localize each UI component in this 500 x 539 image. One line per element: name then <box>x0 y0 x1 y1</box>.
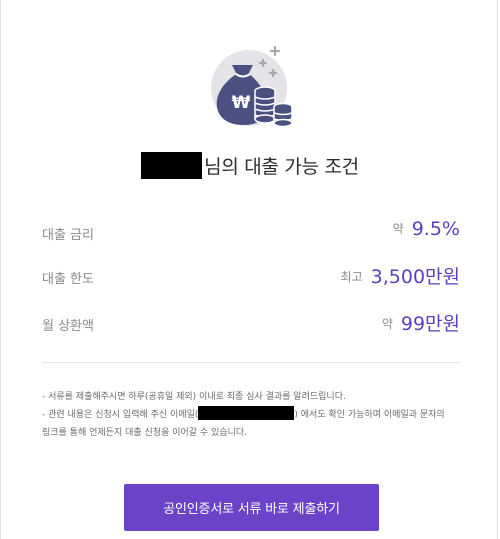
term-prefix: 약 <box>392 222 404 236</box>
note-line-1: - 서류를 제출해주시면 하루(공휴일 제외) 이내로 최종 심사 결과를 알려… <box>42 392 346 402</box>
page-title: 님의 대출 가능 조건 <box>0 152 500 179</box>
term-label: 대출 한도 <box>42 272 94 287</box>
term-value: 9.5% <box>411 218 460 240</box>
term-row-loan-limit: 대출 한도 최고 3,500만원 <box>42 262 460 292</box>
title-suffix: 님의 대출 가능 조건 <box>204 156 359 178</box>
term-row-interest-rate: 대출 금리 약 9.5% <box>42 218 460 248</box>
note-line-2-start: - 관련 내용은 신청시 입력해 주신 이메일( <box>42 410 199 420</box>
term-value-group: 약 9.5% <box>393 218 460 240</box>
term-label: 대출 금리 <box>42 228 94 243</box>
svg-text:₩: ₩ <box>232 93 251 113</box>
note-line-2: - 관련 내용은 신청시 입력해 주신 이메일( ) 에서도 확인 가능하며 이메… <box>42 406 462 424</box>
note-line-2-end: ) 에서도 확인 가능하며 이메일과 문자의 <box>294 410 445 420</box>
term-value-group: 약 99만원 <box>382 309 460 336</box>
term-label: 월 상환액 <box>42 319 94 334</box>
hero-illustration: ₩ <box>205 44 295 134</box>
note-line-3: 링크를 통해 언제든지 대출 신청을 이어갈 수 있습니다. <box>42 428 248 438</box>
term-value-group: 최고 3,500만원 <box>341 262 460 289</box>
redacted-email <box>198 406 295 420</box>
submit-documents-button[interactable]: 공인인증서로 서류 바로 제출하기 <box>124 484 379 531</box>
money-bag-coins-icon: ₩ <box>211 45 293 128</box>
term-prefix: 약 <box>381 317 393 331</box>
term-row-monthly-payment: 월 상환액 약 99만원 <box>42 309 460 339</box>
redacted-user-name <box>141 152 203 179</box>
term-value: 3,500만원 <box>370 266 460 288</box>
divider <box>42 362 460 363</box>
term-value: 99만원 <box>400 313 460 335</box>
term-prefix: 최고 <box>340 270 363 284</box>
